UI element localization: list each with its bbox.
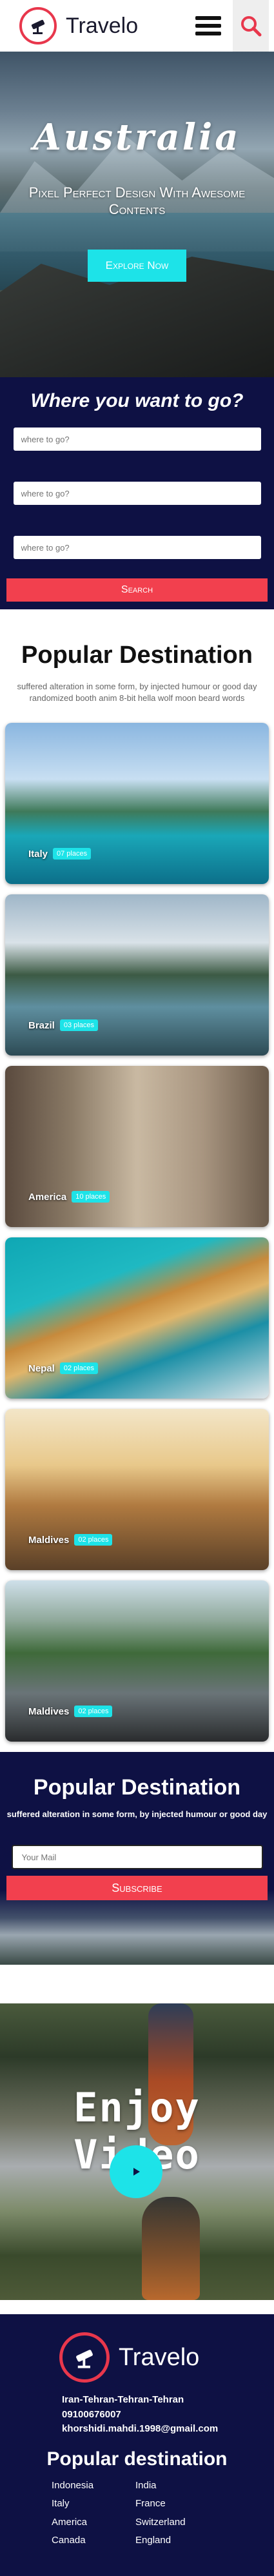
destination-card[interactable]: Brazil 03 places (5, 894, 269, 1056)
video-hiker-image-2 (142, 2197, 200, 2301)
card-image-america (5, 1066, 269, 1228)
search-icon[interactable] (233, 0, 269, 52)
footer-link-england[interactable]: England (135, 2532, 219, 2550)
footer-link-france[interactable]: France (135, 2495, 219, 2513)
newsletter-section: Popular Destination suffered alteration … (0, 1752, 274, 1965)
explore-now-button[interactable]: Explore Now (87, 249, 187, 282)
popular-destination-section: Popular Destination suffered alteration … (0, 609, 274, 723)
card-name: Maldives (28, 1534, 70, 1546)
newsletter-description: suffered alteration in some form, by inj… (6, 1809, 268, 1820)
footer-destination-title: Popular destination (46, 2448, 228, 2470)
brand-name[interactable]: Travelo (66, 14, 138, 39)
footer-link-switzerland[interactable]: Switzerland (135, 2513, 219, 2532)
footer: Travelo Iran-Tehran-Tehran-Tehran 091006… (0, 2314, 274, 2576)
top-navbar: Travelo (0, 0, 274, 52)
footer-link-italy[interactable]: Italy (52, 2495, 135, 2513)
hero-title: Australia (33, 116, 241, 159)
card-places-badge: 02 places (74, 1706, 113, 1718)
destination-card[interactable]: Maldives 02 places (5, 1580, 269, 1742)
destination-card[interactable]: Italy 07 places (5, 723, 269, 885)
play-icon[interactable] (110, 2145, 162, 2199)
footer-brand-name[interactable]: Travelo (119, 2344, 199, 2372)
card-places-badge: 07 places (53, 848, 92, 860)
popular-description: suffered alteration in some form, by inj… (17, 682, 257, 703)
footer-phone[interactable]: 09100676007 (62, 2408, 274, 2423)
hero-banner: Australia Pixel Perfect Design With Awes… (0, 52, 274, 377)
footer-destination-list: Indonesia India Italy France America Swi… (0, 2477, 274, 2550)
card-name: Italy (28, 848, 48, 860)
card-name: Maldives (28, 1706, 70, 1717)
destination-card[interactable]: Maldives 02 places (5, 1409, 269, 1571)
card-name: Brazil (28, 1019, 55, 1031)
card-places-badge: 02 places (74, 1534, 113, 1546)
footer-link-america[interactable]: America (52, 2513, 135, 2532)
footer-link-canada[interactable]: Canada (52, 2532, 135, 2550)
destination-input-1[interactable] (13, 428, 261, 451)
card-image-nepal (5, 1237, 269, 1399)
hero-subtitle: Pixel Perfect Design With Awesome Conten… (28, 184, 246, 218)
footer-email[interactable]: khorshidi.mahdi.1998@gmail.com (62, 2422, 274, 2437)
footer-address: Iran-Tehran-Tehran-Tehran (62, 2394, 184, 2406)
destination-input-2[interactable] (13, 482, 261, 505)
subscribe-button[interactable]: Subscribe (6, 1876, 268, 1901)
card-name: America (28, 1191, 67, 1203)
card-image-brazil (5, 894, 269, 1056)
card-image-maldives-2 (5, 1580, 269, 1742)
card-places-badge: 03 places (59, 1019, 98, 1032)
destination-card[interactable]: Nepal 02 places (5, 1237, 269, 1399)
hamburger-icon[interactable] (195, 16, 221, 35)
search-title: Where you want to go? (30, 390, 244, 411)
search-button[interactable]: Search (6, 578, 268, 602)
email-field[interactable] (11, 1845, 263, 1870)
logo-telescope-icon[interactable] (19, 7, 57, 44)
card-image-maldives-1 (5, 1409, 269, 1571)
footer-logo-telescope-icon[interactable] (59, 2332, 110, 2383)
popular-title: Popular Destination (21, 642, 253, 669)
destination-cards: Italy 07 places Brazil 03 places America 10… (0, 723, 274, 1742)
destination-card[interactable]: America 10 places (5, 1066, 269, 1228)
card-places-badge: 02 places (59, 1362, 98, 1375)
card-image-italy (5, 723, 269, 885)
card-name: Nepal (28, 1362, 55, 1374)
newsletter-title: Popular Destination (33, 1775, 241, 1800)
video-section: Enjoy Video (0, 2003, 274, 2301)
destination-input-3[interactable] (13, 536, 261, 559)
card-places-badge: 10 places (72, 1191, 110, 1203)
search-section: Where you want to go? Search (0, 377, 274, 609)
